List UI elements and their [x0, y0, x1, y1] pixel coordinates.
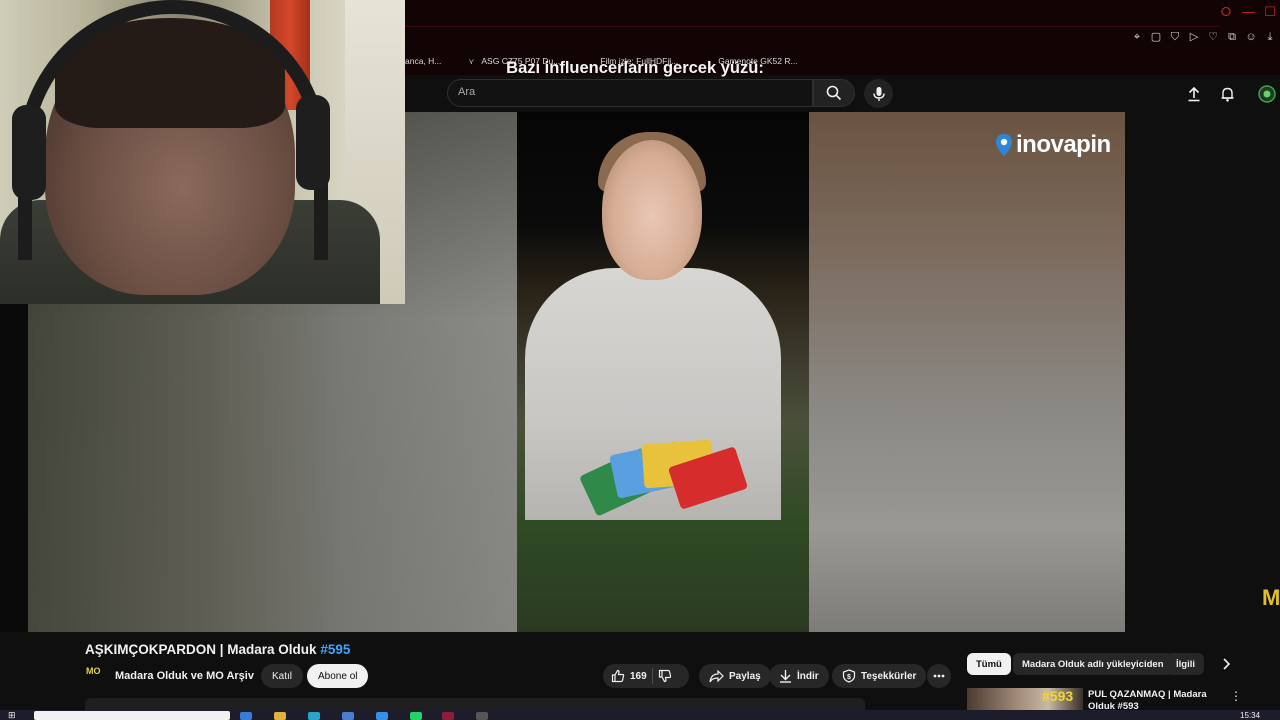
like-dislike-group: 169	[603, 664, 689, 688]
dislike-button[interactable]	[658, 669, 672, 683]
recommendation-title[interactable]: PUL QAZANMAQ | Madara Olduk #593	[1088, 689, 1223, 710]
search-icon	[826, 85, 842, 101]
video-caption-text: Bazı influencerların gercek yüzü:	[506, 59, 764, 77]
video-title-text: AŞKIMÇOKPARDON | Madara Olduk	[85, 642, 321, 657]
chip-related[interactable]: İlgili	[1167, 653, 1204, 675]
bookmark-item[interactable]: anca, H...	[405, 56, 441, 66]
search-input[interactable]	[447, 79, 813, 107]
minimize-icon[interactable]: ⭘	[1220, 4, 1232, 20]
svg-text:$: $	[847, 674, 851, 681]
download-icon	[780, 670, 791, 683]
video-subject-face	[602, 140, 702, 280]
description-box[interactable]	[85, 698, 865, 710]
super-thanks-icon: $	[842, 669, 856, 683]
map-pin-icon	[996, 134, 1012, 156]
download-button[interactable]: İndir	[769, 664, 829, 688]
webcam-overlay	[0, 0, 405, 304]
taskbar-search-box[interactable]	[34, 711, 230, 720]
browser-app-icon[interactable]	[442, 712, 454, 720]
obs-icon[interactable]	[476, 712, 488, 720]
like-button[interactable]: 169	[611, 669, 647, 683]
recommendation-thumbnail[interactable]: #593	[967, 688, 1083, 710]
thanks-button[interactable]: $ Teşekkürler	[832, 664, 927, 688]
brand-logo-text: inovapin	[1016, 131, 1111, 158]
video-title-hashtag[interactable]: #595	[320, 642, 350, 657]
store-icon[interactable]	[342, 712, 354, 720]
upload-button[interactable]	[1184, 84, 1204, 104]
windows-start-icon[interactable]: ⊞	[8, 711, 20, 720]
account-avatar[interactable]	[1257, 84, 1277, 104]
tab-strip-divider	[405, 26, 1220, 27]
headphone-ear-right	[296, 95, 330, 190]
share-label: Paylaş	[729, 670, 761, 682]
like-count: 169	[630, 670, 647, 682]
thumbs-down-icon	[658, 669, 671, 683]
extension-toolbar: ⌖ ▢ ⛉ ▷ ♡ ⧉ ☺ ⤓	[1131, 31, 1276, 43]
channel-name[interactable]: Madara Olduk ve MO Arşiv	[115, 670, 254, 682]
play-extension-icon[interactable]: ▷	[1188, 31, 1200, 43]
thanks-label: Teşekkürler	[861, 670, 917, 682]
search-button[interactable]	[813, 79, 855, 107]
bell-icon	[1221, 87, 1233, 102]
chip-from-uploader[interactable]: Madara Olduk adlı yükleyiciden	[1013, 653, 1173, 675]
video-title: AŞKIMÇOKPARDON | Madara Olduk #595	[85, 642, 350, 657]
puzzle-extension-icon[interactable]: ⧉	[1226, 31, 1238, 43]
credit-cards-image	[578, 430, 765, 517]
bookmark-label: anca, H...	[405, 56, 442, 66]
pin-extension-icon[interactable]: ⌖	[1131, 31, 1143, 43]
microphone-icon	[872, 86, 885, 101]
avatar-icon	[1258, 85, 1276, 103]
shield-extension-icon[interactable]: ⛉	[1169, 31, 1181, 43]
whatsapp-icon[interactable]	[410, 712, 422, 720]
page-icon: ⋎	[468, 56, 475, 66]
more-actions-button[interactable]	[927, 664, 951, 688]
edge-watermark: M	[1262, 585, 1280, 610]
thumbs-up-icon	[611, 669, 625, 683]
brand-logo: inovapin	[995, 131, 1111, 159]
search-placeholder: Ara	[458, 86, 476, 98]
channel-avatar[interactable]: MO	[86, 666, 108, 686]
headphone-ear-left	[12, 105, 46, 200]
chips-next-button[interactable]	[1216, 654, 1236, 674]
heart-extension-icon[interactable]: ♡	[1207, 31, 1219, 43]
screenshot-extension-icon[interactable]: ▢	[1150, 31, 1162, 43]
more-horizontal-icon	[933, 674, 945, 678]
join-button[interactable]: Katıl	[261, 664, 304, 688]
mail-icon[interactable]	[376, 712, 388, 720]
chevron-right-icon	[1223, 658, 1230, 670]
subscribe-button[interactable]: Abone ol	[307, 664, 369, 688]
maximize-icon[interactable]: ☐	[1264, 4, 1276, 20]
download-label: İndir	[797, 670, 819, 682]
folder-icon[interactable]	[274, 712, 286, 720]
voice-search-button[interactable]	[864, 79, 893, 108]
window-controls: ⭘ — ☐	[1220, 4, 1276, 20]
thumbnail-episode-number: #593	[1042, 688, 1074, 704]
taskbar-app-icon[interactable]	[240, 712, 252, 720]
like-divider	[651, 668, 653, 684]
recommendation-menu-icon[interactable]: ⋮	[1230, 688, 1242, 704]
chip-all[interactable]: Tümü	[967, 653, 1011, 675]
restore-icon[interactable]: —	[1242, 4, 1255, 20]
download-icon[interactable]: ⤓	[1264, 31, 1276, 43]
taskbar-clock: 15:34	[1240, 711, 1261, 720]
profile-icon[interactable]: ☺	[1245, 31, 1257, 43]
video-blur-right	[809, 112, 1125, 632]
share-icon	[709, 669, 724, 682]
share-button[interactable]: Paylaş	[699, 664, 771, 688]
upload-icon	[1188, 86, 1200, 102]
edge-browser-icon[interactable]	[308, 712, 320, 720]
notifications-button[interactable]	[1217, 84, 1237, 104]
